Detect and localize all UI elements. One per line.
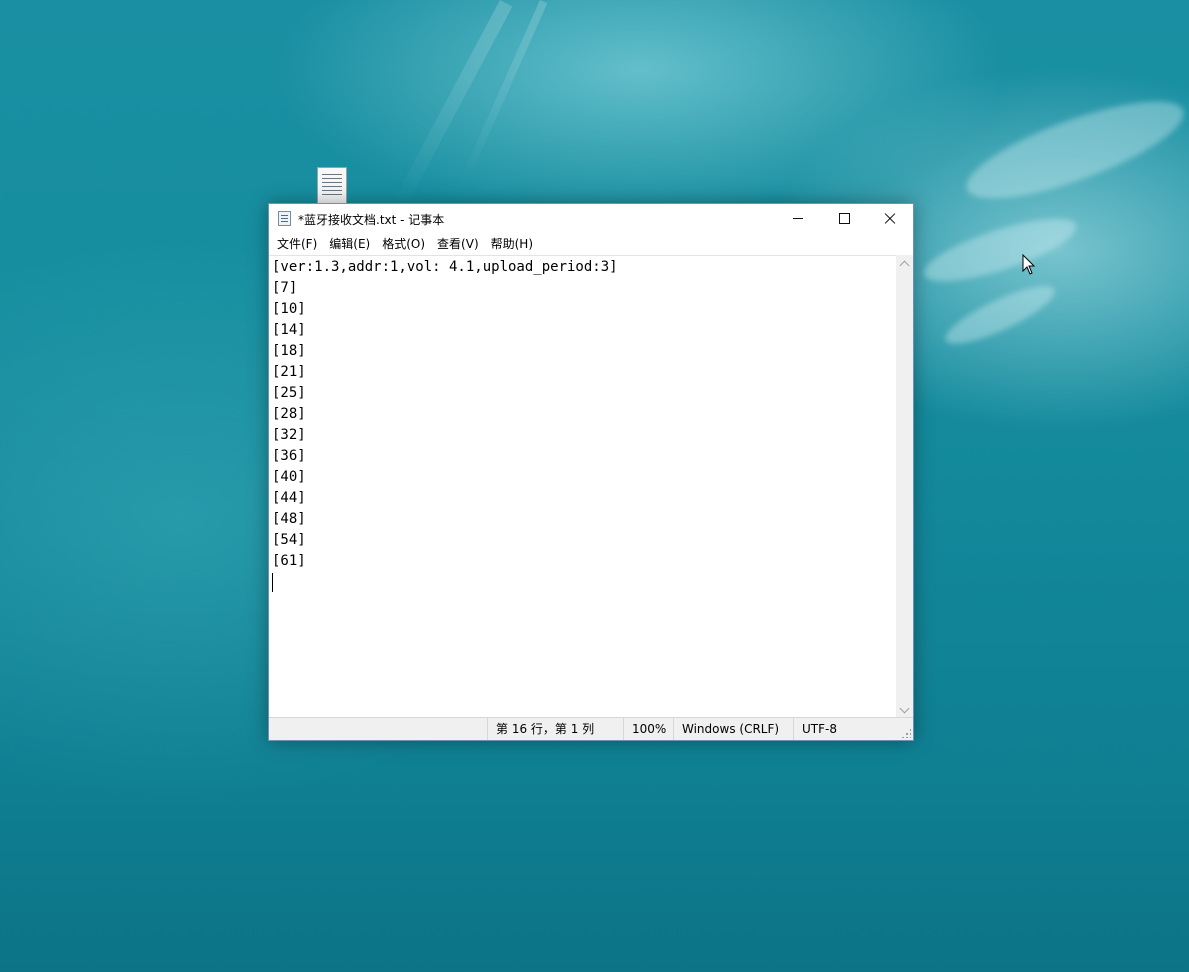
text-line: [18] xyxy=(272,343,306,359)
water-highlight xyxy=(939,276,1061,354)
maximize-button[interactable] xyxy=(821,204,867,233)
maximize-icon xyxy=(838,213,850,224)
desktop-file-icon[interactable] xyxy=(314,166,350,206)
scroll-down-button[interactable] xyxy=(896,701,913,718)
minimize-button[interactable] xyxy=(775,204,821,233)
text-line: [10] xyxy=(272,301,306,317)
status-zoom: 100% xyxy=(623,718,673,740)
text-caret xyxy=(272,572,273,592)
light-ray xyxy=(458,0,548,186)
text-editor[interactable]: [ver:1.3,addr:1,vol: 4.1,upload_period:3… xyxy=(269,255,896,719)
menu-view[interactable]: 查看(V) xyxy=(431,233,485,254)
text-line: [44] xyxy=(272,490,306,506)
status-bar: 第 16 行，第 1 列 100% Windows (CRLF) UTF-8 xyxy=(269,717,913,740)
menu-format[interactable]: 格式(O) xyxy=(376,233,431,254)
text-line: [48] xyxy=(272,511,306,527)
text-line: [14] xyxy=(272,322,306,338)
text-line: [28] xyxy=(272,406,306,422)
notepad-icon xyxy=(278,211,291,226)
text-line: [36] xyxy=(272,448,306,464)
text-lines: [ver:1.3,addr:1,vol: 4.1,upload_period:3… xyxy=(269,256,896,593)
title-bar[interactable]: *蓝牙接收文档.txt - 记事本 xyxy=(269,204,913,233)
menu-edit[interactable]: 编辑(E) xyxy=(323,233,376,254)
status-cursor-position: 第 16 行，第 1 列 xyxy=(487,718,623,740)
scroll-up-button[interactable] xyxy=(896,255,913,272)
text-line: [40] xyxy=(272,469,306,485)
menu-file[interactable]: 文件(F) xyxy=(271,233,323,254)
menu-bar: 文件(F) 编辑(E) 格式(O) 查看(V) 帮助(H) xyxy=(269,233,913,254)
text-line: [7] xyxy=(272,280,298,296)
caret-line xyxy=(272,572,896,593)
close-icon xyxy=(884,213,896,225)
text-line: [32] xyxy=(272,427,306,443)
chevron-up-icon xyxy=(899,260,910,270)
notepad-window[interactable]: *蓝牙接收文档.txt - 记事本 文件(F) 编辑(E) 格式(O) 查看(V… xyxy=(268,203,914,741)
status-line-ending: Windows (CRLF) xyxy=(673,718,793,740)
minimize-icon xyxy=(793,218,803,219)
text-document-icon xyxy=(317,167,347,205)
text-line: [61] xyxy=(272,553,306,569)
vertical-scrollbar[interactable] xyxy=(896,255,913,718)
text-line: [54] xyxy=(272,532,306,548)
menu-help[interactable]: 帮助(H) xyxy=(485,233,539,254)
chevron-down-icon xyxy=(899,703,910,713)
text-line: [21] xyxy=(272,364,306,380)
text-line: [ver:1.3,addr:1,vol: 4.1,upload_period:3… xyxy=(272,259,618,275)
status-encoding: UTF-8 xyxy=(793,718,903,740)
window-title: *蓝牙接收文档.txt - 记事本 xyxy=(298,213,445,227)
text-line: [25] xyxy=(272,385,306,401)
mouse-pointer-icon xyxy=(1022,254,1036,275)
water-highlight xyxy=(956,82,1189,218)
close-button[interactable] xyxy=(867,204,913,233)
water-highlight xyxy=(917,206,1083,294)
